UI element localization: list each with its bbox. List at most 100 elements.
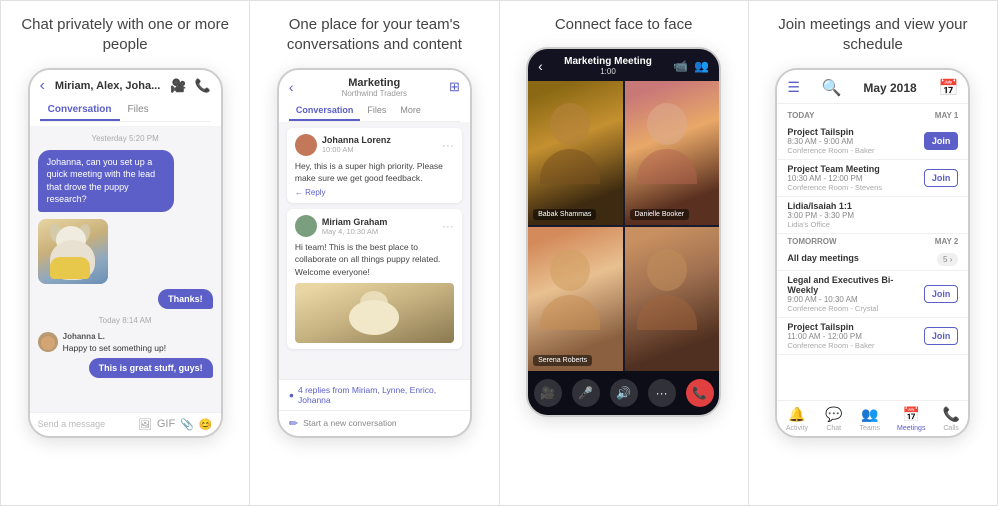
video-controls: 🎥 🎤 🔊 ··· 📞 (528, 371, 719, 415)
nav-label-chat: Chat (826, 425, 841, 432)
more-options-btn[interactable]: ··· (648, 379, 676, 407)
edit-icon[interactable]: ⊞ (449, 79, 460, 95)
video-toggle-btn[interactable]: 🎥 (534, 379, 562, 407)
replies-bar[interactable]: ● 4 replies from Miriam, Lynne, Enrico, … (279, 379, 470, 410)
event-title-team: Project Team Meeting (787, 164, 915, 174)
avatar-johanna (38, 332, 58, 352)
mic-toggle-btn[interactable]: 🎤 (572, 379, 600, 407)
event-loc-legal: Conference Room - Crystal (787, 304, 915, 313)
event-time-lidia: 3:00 PM - 3:30 PM (787, 211, 958, 220)
speaker-toggle-btn[interactable]: 🔊 (610, 379, 638, 407)
month-title: May 2018 (863, 81, 916, 95)
teams-tab-conversation[interactable]: Conversation (289, 102, 361, 121)
event-team-info: Project Team Meeting 10:30 AM - 12:00 PM… (787, 164, 915, 192)
section-tomorrow-date: MAY 2 (935, 237, 959, 246)
nav-label-calls: Calls (943, 425, 959, 432)
video-header-icons: 📹 👥 (673, 59, 709, 73)
teams-msg-1: Johanna Lorenz 10:00 AM ··· Hey, this is… (287, 128, 462, 204)
new-conversation-bar[interactable]: ✏ Start a new conversation (279, 410, 470, 436)
msg-bubble-thanks: Thanks! (158, 289, 213, 309)
emoji-icon[interactable]: 😊 (199, 418, 213, 431)
event-time-team: 10:30 AM - 12:00 PM (787, 174, 915, 183)
event-title-tailspin-2: Project Tailspin (787, 322, 915, 332)
main-container: Chat privately with one or more people ‹… (0, 0, 998, 506)
section-today: TODAY MAY 1 (777, 108, 968, 123)
msg-body-1: Hey, this is a super high priority. Plea… (295, 160, 454, 185)
search-icon[interactable]: 🔍 (822, 78, 842, 98)
event-time-1: 8:30 AM - 9:00 AM (787, 137, 915, 146)
panel-teams: One place for your team's conversations … (250, 1, 499, 505)
nav-meetings[interactable]: 📅 Meetings (897, 406, 925, 432)
event-lidia-info: Lidia/Isaiah 1:1 3:00 PM - 3:30 PM Lidia… (787, 201, 958, 229)
puppy-image-2 (295, 283, 454, 343)
event-tailspin-2: Project Tailspin 11:00 AM - 12:00 PM Con… (777, 318, 968, 355)
join-btn-tailspin-2[interactable]: Join (924, 327, 959, 345)
event-loc-lidia: Lidia's Office (787, 220, 958, 229)
teams-tab-more[interactable]: More (393, 102, 428, 121)
video-cell-1: Babak Shammas (528, 81, 623, 225)
teams-back-icon[interactable]: ‹ (289, 79, 294, 95)
msg-row-johanna: Johanna L. Happy to set something up! (38, 332, 213, 353)
tab-files[interactable]: Files (120, 101, 157, 121)
participant-name-2: Danielle Booker (630, 209, 689, 220)
chat-tabs: Conversation Files (40, 101, 211, 122)
join-btn-1[interactable]: Join (924, 132, 959, 150)
gif-icon[interactable]: GIF (157, 418, 175, 431)
chat-input-icons: 🖼 GIF 📎 😊 (138, 418, 213, 431)
panel4-title: Join meetings and view your schedule (758, 15, 988, 56)
new-conv-label: Start a new conversation (303, 418, 397, 428)
msg-meta-1: Johanna Lorenz 10:00 AM (322, 135, 437, 154)
calls-nav-icon: 📞 (942, 406, 959, 423)
back-icon[interactable]: ‹ (40, 77, 45, 95)
msg-body-2: Hi team! This is the best place to colla… (295, 241, 454, 278)
attach-icon[interactable]: 📎 (180, 418, 194, 431)
schedule-area: TODAY MAY 1 Project Tailspin 8:30 AM - 9… (777, 104, 968, 400)
nav-calls[interactable]: 📞 Calls (942, 406, 959, 432)
end-call-btn[interactable]: 📞 (686, 379, 714, 407)
nav-chat[interactable]: 💬 Chat (825, 406, 842, 432)
teams-msg-1-header: Johanna Lorenz 10:00 AM ··· (295, 134, 454, 156)
video-back-icon[interactable]: ‹ (538, 58, 543, 74)
panel2-title: One place for your team's conversations … (259, 15, 489, 56)
video-cell-4 (625, 227, 720, 371)
teams-top-bar: ‹ Marketing Northwind Traders ⊞ (289, 77, 460, 98)
video-icon[interactable]: 📹 (673, 59, 688, 73)
teams-tab-files[interactable]: Files (360, 102, 393, 121)
teams-msg-2: Miriam Graham May 4, 10:30 AM ··· Hi tea… (287, 209, 462, 349)
participants-icon[interactable]: 👥 (694, 59, 709, 73)
panel-chat: Chat privately with one or more people ‹… (1, 1, 250, 505)
nav-teams[interactable]: 👥 Teams (859, 406, 880, 432)
event-time-tailspin-2: 11:00 AM - 12:00 PM (787, 332, 915, 341)
nav-activity[interactable]: 🔔 Activity (786, 406, 808, 432)
event-title-legal: Legal and Executives Bi-Weekly (787, 275, 915, 295)
section-today-label: TODAY (787, 111, 814, 120)
event-title-1: Project Tailspin (787, 127, 915, 137)
event-loc-team: Conference Room - Stevens (787, 183, 915, 192)
hamburger-icon[interactable]: ☰ (787, 79, 800, 96)
join-btn-team[interactable]: Join (924, 169, 959, 187)
meetings-nav-bar: 🔔 Activity 💬 Chat 👥 Teams 📅 Meetings 📞 (777, 400, 968, 436)
phone-call-icon[interactable]: 📞 (194, 78, 210, 94)
msg-more-icon-2[interactable]: ··· (442, 219, 454, 233)
team-info: Marketing Northwind Traders (300, 77, 449, 98)
msg-name-2: Miriam Graham (322, 217, 437, 227)
msg-time-2: May 4, 10:30 AM (322, 227, 437, 236)
chat-messages-area: Yesterday 5:20 PM Johanna, can you set u… (30, 126, 221, 412)
event-loc-tailspin-2: Conference Room - Baker (787, 341, 915, 350)
event-time-legal: 9:00 AM - 10:30 AM (787, 295, 915, 304)
image-icon[interactable]: 🖼 (138, 418, 152, 431)
video-call-icon[interactable]: 🎥 (170, 78, 186, 94)
reply-btn-1[interactable]: ← Reply (295, 188, 454, 197)
chat-input-placeholder[interactable]: Send a message (38, 419, 132, 429)
nav-label-meetings: Meetings (897, 425, 925, 432)
event-tailspin-1: Project Tailspin 8:30 AM - 9:00 AM Confe… (777, 123, 968, 160)
join-btn-legal[interactable]: Join (924, 285, 959, 303)
calendar-icon[interactable]: 📅 (938, 78, 958, 98)
tab-conversation[interactable]: Conversation (40, 101, 120, 121)
event-tailspin-2-info: Project Tailspin 11:00 AM - 12:00 PM Con… (787, 322, 915, 350)
msg-more-icon[interactable]: ··· (442, 138, 454, 152)
meetings-header: ☰ 🔍 May 2018 📅 (777, 70, 968, 104)
pencil-icon: ✏ (289, 417, 298, 430)
meetings-nav-icon: 📅 (903, 406, 920, 423)
team-name: Marketing (300, 77, 449, 89)
